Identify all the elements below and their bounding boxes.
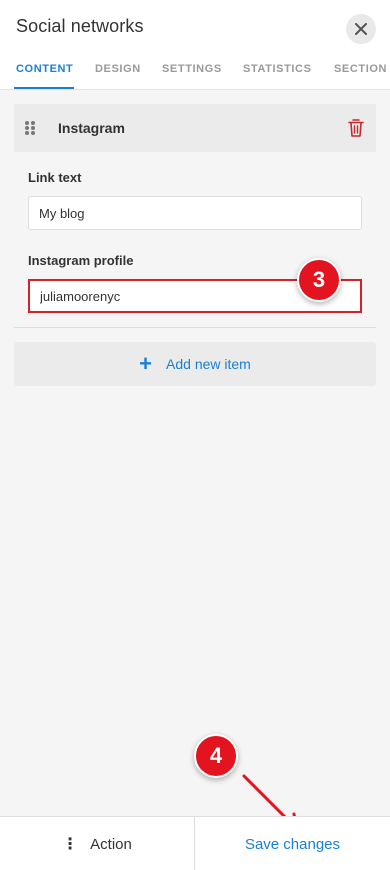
link-text-input[interactable] bbox=[28, 196, 362, 230]
instagram-profile-label: Instagram profile bbox=[28, 253, 134, 268]
save-changes-button[interactable]: Save changes bbox=[195, 817, 390, 870]
tab-settings[interactable]: SETTINGS bbox=[162, 63, 222, 75]
panel-header: Social networks bbox=[0, 0, 390, 56]
tab-design[interactable]: DESIGN bbox=[95, 63, 141, 75]
tab-content[interactable]: CONTENT bbox=[16, 63, 73, 75]
save-changes-label: Save changes bbox=[244, 835, 341, 853]
close-icon bbox=[355, 23, 367, 35]
action-button[interactable]: ⋮ Action bbox=[0, 817, 194, 870]
action-label: Action bbox=[90, 835, 132, 853]
step-marker-4: 4 bbox=[194, 734, 238, 778]
content-area: Instagram Link text Instagram profile + … bbox=[0, 90, 390, 816]
trash-icon[interactable] bbox=[347, 118, 365, 138]
tab-statistics[interactable]: STATISTICS bbox=[243, 63, 312, 75]
tab-section[interactable]: SECTION bbox=[334, 63, 387, 75]
close-button[interactable] bbox=[346, 14, 376, 44]
step-marker-3: 3 bbox=[297, 258, 341, 302]
drag-handle-icon[interactable] bbox=[24, 120, 36, 136]
panel-title: Social networks bbox=[16, 16, 144, 36]
link-text-label: Link text bbox=[28, 170, 82, 185]
tab-bar: CONTENT DESIGN SETTINGS STATISTICS SECTI… bbox=[0, 56, 390, 90]
footer-bar: ⋮ Action Save changes bbox=[0, 816, 390, 870]
add-new-item-button[interactable]: + Add new item bbox=[14, 342, 376, 386]
more-vertical-icon: ⋮ bbox=[62, 836, 79, 853]
add-new-item-label: Add new item bbox=[166, 356, 251, 372]
item-title: Instagram bbox=[58, 120, 125, 136]
plus-icon: + bbox=[139, 351, 153, 376]
item-header: Instagram bbox=[14, 104, 376, 152]
